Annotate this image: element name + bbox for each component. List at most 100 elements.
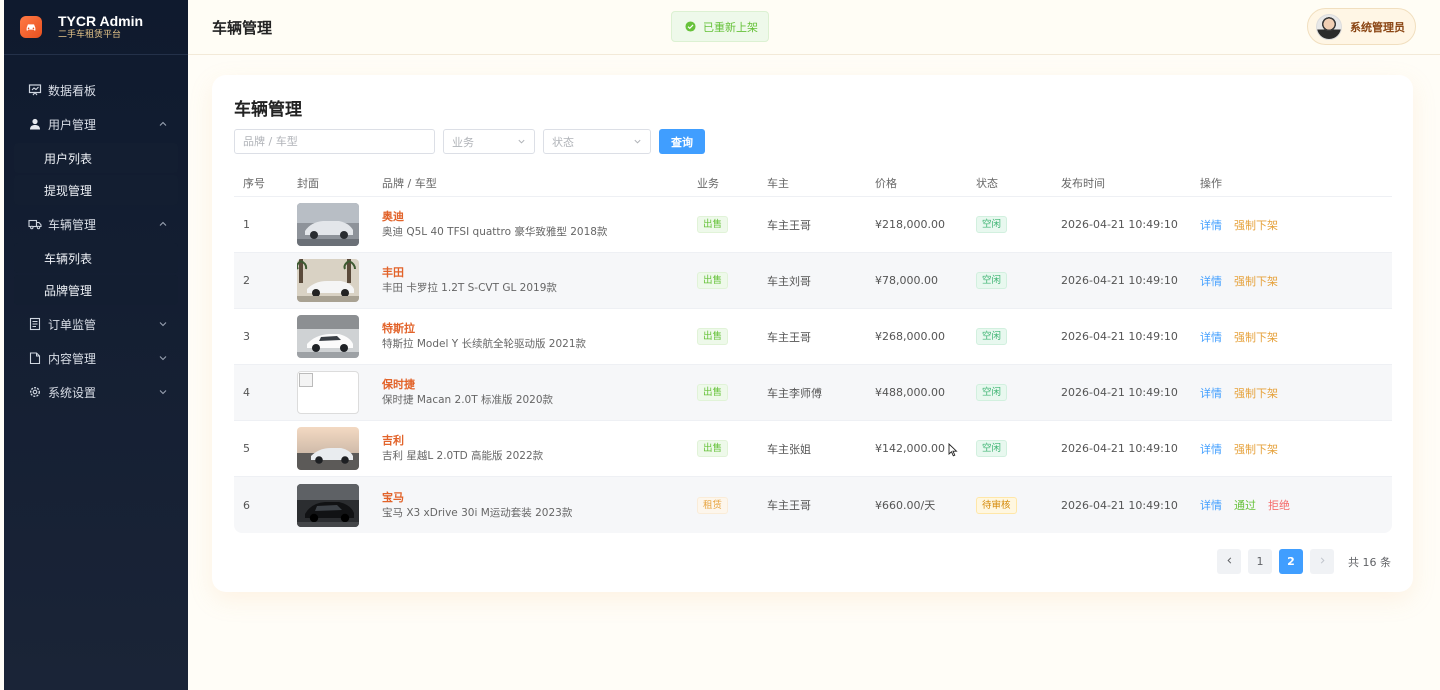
sidebar-item-label: 系统设置 (48, 385, 97, 400)
detail-link[interactable]: 详情 (1200, 275, 1222, 288)
car-model: 吉利 星越L 2.0TD 高能版 2022款 (382, 450, 544, 462)
force-delist-link[interactable]: 强制下架 (1234, 387, 1278, 400)
success-toast: 已重新上架 (671, 11, 769, 42)
price: ¥660.00/天 (875, 499, 936, 512)
publish-time: 2026-04-21 10:49:10 (1061, 274, 1178, 287)
col-status: 状态 (976, 176, 998, 190)
price: ¥78,000.00 (875, 274, 938, 287)
sidebar-menu: 数据看板 用户管理 用户列表 提现管理 车辆管理 车辆列表 品牌管理 订单监管 … (4, 55, 188, 409)
document-icon (28, 317, 42, 331)
content-icon (28, 351, 42, 365)
business-tag: 租赁 (697, 496, 729, 514)
car-cover-image (297, 483, 359, 527)
price: ¥142,000.00 (875, 442, 945, 455)
chevron-down-icon (158, 353, 168, 363)
broken-image-icon (297, 371, 359, 414)
user-menu[interactable]: 系统管理员 (1307, 8, 1416, 45)
table-row: 1 奥迪 奥迪 Q5L 40 TFSI quattro 豪华致雅型 2018款 出… (234, 197, 1392, 253)
business-tag: 出售 (697, 384, 729, 401)
brand-title: TYCR Admin (58, 13, 144, 29)
sidebar-item-dashboard[interactable]: 数据看板 (4, 73, 188, 107)
sidebar-item-vehicles[interactable]: 车辆管理 (4, 207, 188, 241)
detail-link[interactable]: 详情 (1200, 443, 1222, 456)
business-tag: 出售 (697, 216, 729, 233)
sidebar-item-vehicle-list[interactable]: 车辆列表 (14, 243, 178, 273)
table-header: 序号 封面 品牌 / 车型 业务 车主 价格 状态 发布时间 操作 (234, 169, 1392, 197)
status-tag: 空闲 (976, 440, 1008, 457)
detail-link[interactable]: 详情 (1200, 331, 1222, 344)
vehicle-table: 序号 封面 品牌 / 车型 业务 车主 价格 状态 发布时间 操作 1 奥迪 奥迪… (234, 169, 1392, 533)
brand: TYCR Admin 二手车租赁平台 (4, 0, 188, 55)
page-title: 车辆管理 (212, 18, 273, 37)
car-model: 奥迪 Q5L 40 TFSI quattro 豪华致雅型 2018款 (382, 226, 608, 238)
check-circle-icon (685, 21, 696, 32)
owner-name: 车主王哥 (767, 218, 811, 232)
table-row: 4 保时捷 保时捷 Macan 2.0T 标准版 2020款 出售 车主李师傅 ¥… (234, 365, 1392, 421)
detail-link[interactable]: 详情 (1200, 387, 1222, 400)
user-name: 系统管理员 (1350, 20, 1405, 34)
top-header: 车辆管理 已重新上架 系统管理员 (188, 0, 1440, 55)
sidebar-item-settings[interactable]: 系统设置 (4, 375, 188, 409)
table-row: 6 宝马 宝马 X3 xDrive 30i M运动套装 2023款 租赁 车主王哥… (234, 477, 1392, 533)
chevron-down-icon (158, 319, 168, 329)
chevron-down-icon (158, 387, 168, 397)
detail-link[interactable]: 详情 (1200, 219, 1222, 232)
status-tag: 空闲 (976, 384, 1008, 401)
row-index: 4 (243, 386, 250, 399)
row-index: 1 (243, 218, 250, 231)
next-page-button[interactable] (1310, 549, 1334, 574)
sidebar-item-withdraw[interactable]: 提现管理 (14, 175, 178, 205)
mouse-cursor-icon (948, 442, 958, 457)
force-delist-link[interactable]: 强制下架 (1234, 331, 1278, 344)
row-index: 2 (243, 274, 250, 287)
status-select[interactable]: 状态 (543, 129, 651, 154)
col-price: 价格 (875, 176, 897, 190)
sidebar-item-orders[interactable]: 订单监管 (4, 307, 188, 341)
force-delist-link[interactable]: 强制下架 (1234, 219, 1278, 232)
sidebar-item-content[interactable]: 内容管理 (4, 341, 188, 375)
chevron-down-icon (517, 137, 526, 146)
sidebar-item-label: 用户管理 (48, 117, 97, 132)
publish-time: 2026-04-21 10:49:10 (1061, 498, 1178, 512)
brand-subtitle: 二手车租赁平台 (58, 30, 122, 40)
business-tag: 出售 (697, 440, 729, 457)
row-index: 5 (243, 442, 250, 455)
car-cover-image (297, 203, 359, 246)
chevron-up-icon (158, 219, 168, 229)
force-delist-link[interactable]: 强制下架 (1234, 275, 1278, 288)
car-cover-image (297, 427, 359, 470)
status-tag: 空闲 (976, 328, 1008, 345)
status-select-placeholder: 状态 (552, 135, 574, 149)
sidebar-item-brands[interactable]: 品牌管理 (14, 275, 178, 305)
reject-link[interactable]: 拒绝 (1268, 499, 1290, 512)
car-model: 宝马 X3 xDrive 30i M运动套装 2023款 (382, 506, 573, 519)
avatar (1316, 13, 1342, 40)
card-title: 车辆管理 (234, 100, 302, 120)
page-button-2[interactable]: 2 (1279, 549, 1303, 574)
table-row: 2 丰田 丰田 卡罗拉 1.2T S-CVT GL 2019款 出售 车主刘哥 ¥… (234, 253, 1392, 309)
owner-name: 车主张姐 (767, 442, 811, 456)
search-input[interactable] (234, 129, 435, 154)
publish-time: 2026-04-21 10:49:10 (1061, 330, 1178, 343)
sidebar-item-user-list[interactable]: 用户列表 (14, 143, 178, 173)
business-select[interactable]: 业务 (443, 129, 535, 154)
chevron-up-icon (158, 119, 168, 129)
price: ¥268,000.00 (875, 330, 945, 343)
approve-link[interactable]: 通过 (1234, 499, 1256, 512)
detail-link[interactable]: 详情 (1200, 499, 1222, 512)
car-brand: 丰田 (382, 266, 404, 279)
query-button[interactable]: 查询 (659, 129, 705, 154)
status-tag: 空闲 (976, 272, 1008, 289)
prev-page-button[interactable] (1217, 549, 1241, 574)
page-button-1[interactable]: 1 (1248, 549, 1272, 574)
force-delist-link[interactable]: 强制下架 (1234, 443, 1278, 456)
publish-time: 2026-04-21 10:49:10 (1061, 442, 1178, 455)
filter-bar: 业务 状态 查询 (234, 129, 705, 154)
business-tag: 出售 (697, 272, 729, 289)
car-model: 特斯拉 Model Y 长续航全轮驱动版 2021款 (382, 338, 587, 350)
sidebar-item-label: 数据看板 (48, 83, 97, 98)
col-cover: 封面 (297, 176, 319, 190)
sidebar-item-users[interactable]: 用户管理 (4, 107, 188, 141)
sidebar-item-label: 车辆管理 (48, 217, 97, 232)
col-owner: 车主 (767, 176, 789, 190)
